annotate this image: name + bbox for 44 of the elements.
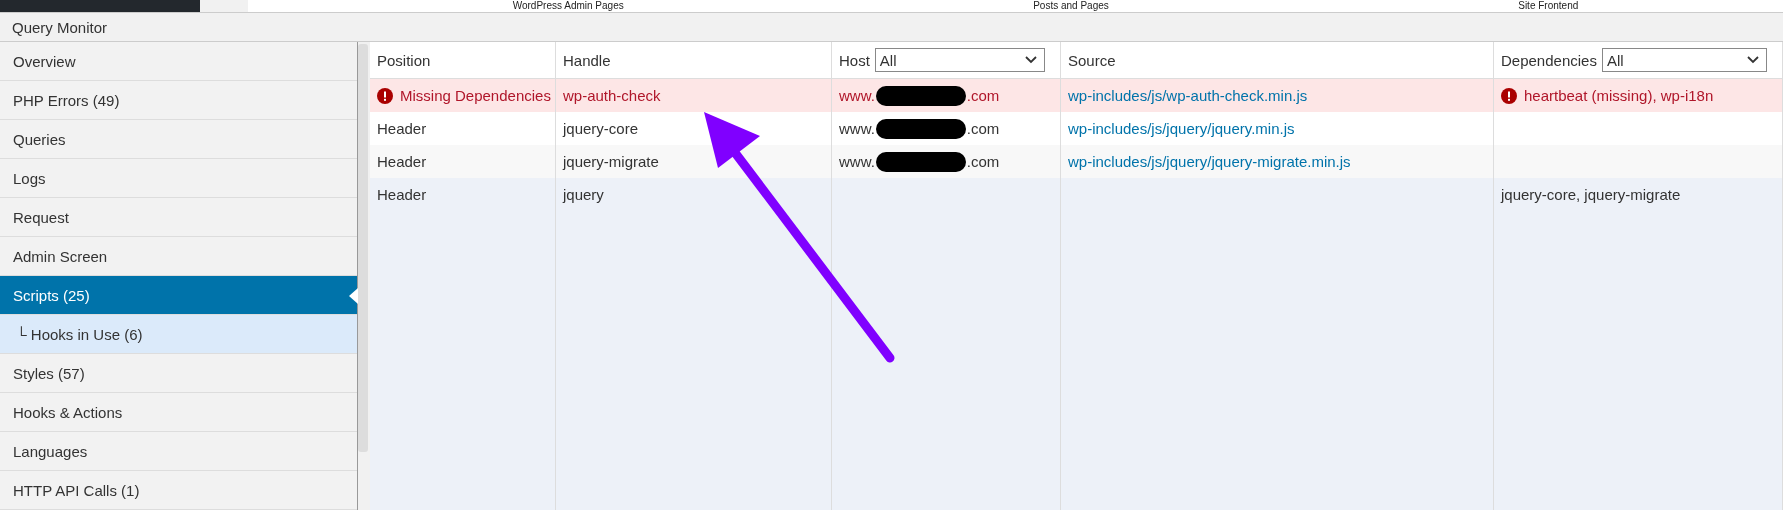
table-cell: heartbeat (missing), wp-i18n: [1524, 87, 1714, 104]
sidebar-item[interactable]: Styles (57): [0, 354, 357, 393]
sidebar-item[interactable]: Languages: [0, 432, 357, 471]
page-tab[interactable]: Site Frontend: [1518, 0, 1579, 12]
table-cell: jquery-core, jquery-migrate: [1501, 186, 1681, 203]
filter-dropdown[interactable]: All: [874, 48, 1045, 72]
sidebar-item[interactable]: Logs: [0, 159, 357, 198]
sidebar-item[interactable]: PHP Errors (49): [0, 81, 357, 120]
host-text: www.: [839, 87, 875, 104]
sidebar-item[interactable]: Scripts (25): [0, 276, 357, 315]
page-tab[interactable]: WordPress Admin Pages: [512, 0, 624, 12]
table-cell: jquery-core: [563, 120, 639, 137]
column-header: Host: [839, 51, 870, 69]
table-cell: jquery: [563, 186, 604, 203]
table-cell: Missing Dependencies: [400, 87, 551, 104]
host-text: .com: [966, 153, 1000, 170]
scrollbar-thumb[interactable]: [358, 44, 368, 452]
sidebar-item[interactable]: Request: [0, 198, 357, 237]
sidebar-item[interactable]: Overview: [0, 42, 357, 81]
sidebar-item[interactable]: Queries: [0, 120, 357, 159]
sidebar-subitem[interactable]: └ Hooks in Use (6): [0, 315, 357, 354]
column-header: Position: [377, 51, 431, 69]
column-header: Handle: [563, 51, 611, 69]
filter-dropdown[interactable]: All: [1601, 48, 1767, 72]
host-text: .com: [966, 87, 1000, 104]
source-link[interactable]: wp-includes/js/jquery/jquery-migrate.min.js: [1068, 153, 1351, 170]
source-link[interactable]: wp-includes/js/jquery/jquery.min.js: [1068, 120, 1295, 137]
table-cell: Header: [377, 186, 427, 203]
sidebar-item[interactable]: HTTP API Calls (1): [0, 471, 357, 510]
sidebar-item[interactable]: Hooks & Actions: [0, 393, 357, 432]
panel-title: Query Monitor: [12, 18, 108, 36]
column-header: Dependencies: [1501, 51, 1597, 69]
table-cell: wp-auth-check: [563, 87, 661, 104]
column-header: Source: [1068, 51, 1116, 69]
host-text: .com: [966, 120, 1000, 137]
page-tab[interactable]: Posts and Pages: [1033, 0, 1109, 12]
host-text: www.: [839, 153, 875, 170]
table-cell: jquery-migrate: [563, 153, 659, 170]
host-text: www.: [839, 120, 875, 137]
table-cell: Header: [377, 120, 427, 137]
source-link[interactable]: wp-includes/js/wp-auth-check.min.js: [1068, 87, 1308, 104]
table-cell: Header: [377, 153, 427, 170]
chevron-icon: [1747, 56, 1759, 64]
chevron-icon: [1025, 56, 1037, 64]
